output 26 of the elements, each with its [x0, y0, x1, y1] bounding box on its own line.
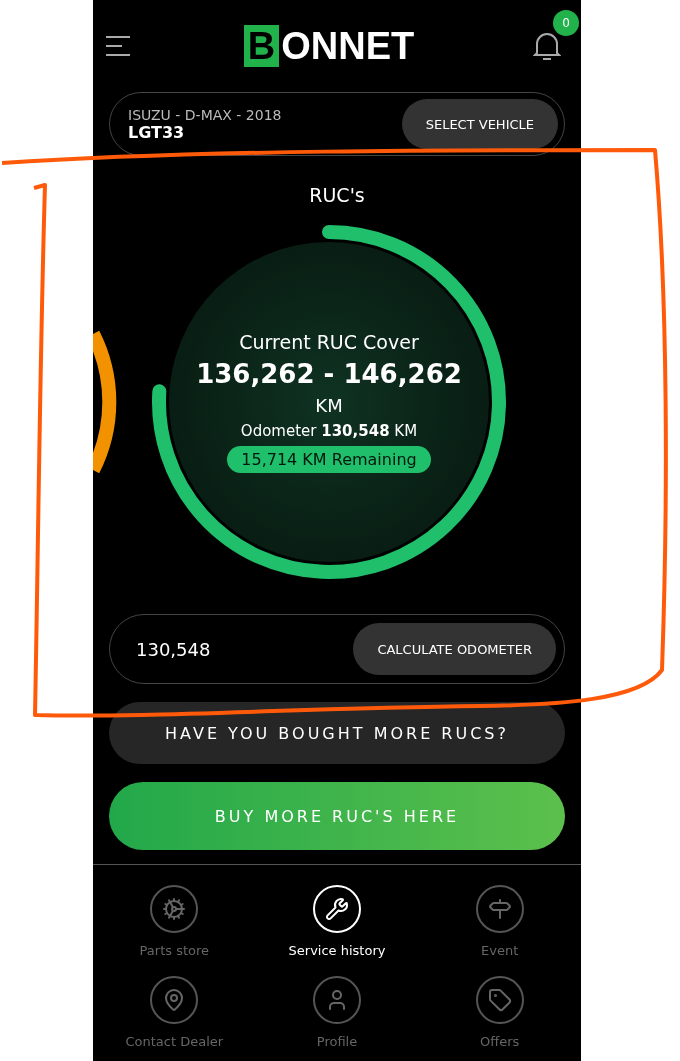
signpost-icon: [487, 897, 512, 921]
nav-item[interactable]: Event: [418, 885, 581, 958]
calculate-odometer-button[interactable]: CALCULATE ODOMETER: [353, 623, 556, 675]
unit-label: KM: [315, 395, 343, 416]
nav-item[interactable]: Service history: [255, 885, 419, 958]
nav-item[interactable]: Offers: [418, 976, 581, 1049]
odometer-reading: Odometer 130,548 KM: [240, 422, 418, 440]
nav-item[interactable]: Parts store: [93, 885, 256, 958]
tag-icon: [487, 988, 512, 1012]
gear-icon: [162, 897, 187, 921]
menu-icon[interactable]: [105, 35, 131, 57]
wrench-icon: [325, 897, 349, 921]
select-vehicle-button[interactable]: SELECT VEHICLE: [401, 99, 558, 149]
buy-rucs-button[interactable]: BUY MORE RUC'S HERE: [109, 782, 565, 850]
logo: B ONNET: [243, 25, 415, 67]
remaining-label: 15,714 KM Remaining: [227, 446, 431, 473]
vehicle-plate: LGT33: [128, 122, 186, 142]
notification-badge: 0: [553, 10, 579, 36]
bell-icon[interactable]: [533, 31, 561, 61]
nav-item[interactable]: Contact Dealer: [93, 976, 256, 1049]
cover-range: 136,262 - 146,262: [196, 359, 462, 389]
nav-item[interactable]: Profile: [255, 976, 419, 1049]
cover-label: Current RUC Cover: [239, 331, 419, 353]
ruc-title: RUC's: [309, 184, 365, 206]
vehicle-model: ISUZU - D-MAX - 2018: [128, 106, 282, 123]
bought-rucs-button[interactable]: HAVE YOU BOUGHT MORE RUCS?: [109, 702, 565, 764]
